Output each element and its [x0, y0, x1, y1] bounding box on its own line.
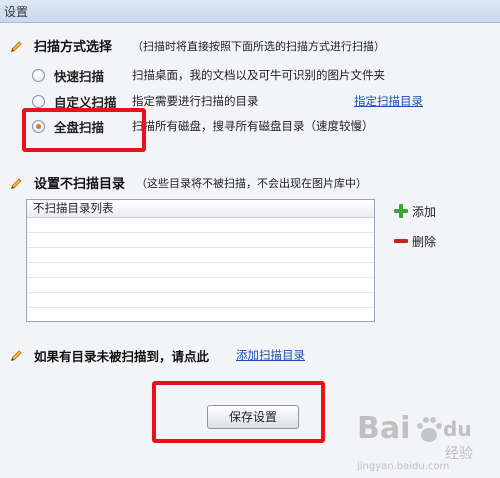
scan-method-title: 扫描方式选择 [34, 40, 113, 55]
watermark-brand: Bai [357, 411, 411, 446]
scan-method-note: （扫描时将直接按照下面所选的扫描方式进行扫描） [132, 40, 385, 53]
list-row [27, 248, 374, 263]
paw-icon [417, 417, 442, 442]
highlight-box-save [152, 381, 325, 443]
baidu-watermark: Bai du 经验 jingyan.baidu.com [345, 405, 495, 475]
radio-custom-scan[interactable] [32, 95, 45, 108]
exclude-dir-list[interactable]: 不扫描目录列表 [26, 199, 375, 322]
minus-icon [394, 234, 408, 248]
option-description: 扫描桌面，我的文档以及可牛可识别的图片文件夹 [132, 68, 385, 82]
pencil-icon [11, 350, 22, 361]
exclude-dir-title: 设置不扫描目录 [34, 177, 126, 192]
delete-label: 删除 [412, 235, 437, 249]
watermark-url: jingyan.baidu.com [357, 461, 450, 472]
list-row [27, 293, 374, 308]
list-header: 不扫描目录列表 [27, 200, 374, 218]
list-row [27, 233, 374, 248]
highlight-box-full-scan [22, 108, 146, 152]
option-description: 指定需要进行扫描的目录 [132, 94, 259, 108]
add-label: 添加 [412, 205, 437, 219]
missing-dir-prompt: 如果有目录未被扫描到，请点此 [34, 349, 210, 364]
pencil-icon [11, 178, 22, 189]
title-bar: 设置 [0, 0, 500, 23]
option-label: 快速扫描 [54, 69, 105, 84]
option-description: 扫描所有磁盘，搜寻所有磁盘目录（速度较慢） [132, 119, 374, 133]
watermark-brand-suffix: du [443, 417, 472, 441]
list-row [27, 278, 374, 293]
window-title: 设置 [4, 5, 29, 19]
radio-quick-scan[interactable] [32, 69, 45, 82]
list-row [27, 263, 374, 278]
watermark-brand-cn: 经验 [445, 446, 473, 462]
add-scan-dir-link[interactable]: 添加扫描目录 [236, 347, 305, 363]
option-quick-scan[interactable]: 快速扫描 扫描桌面，我的文档以及可牛可识别的图片文件夹 [32, 66, 472, 86]
list-row [27, 218, 374, 233]
exclude-dir-note: （这些目录将不被扫描，不会出现在图片库中） [136, 177, 367, 190]
pencil-icon [11, 41, 22, 52]
specify-scan-dir-link[interactable]: 指定扫描目录 [354, 93, 423, 109]
plus-icon [394, 204, 408, 218]
